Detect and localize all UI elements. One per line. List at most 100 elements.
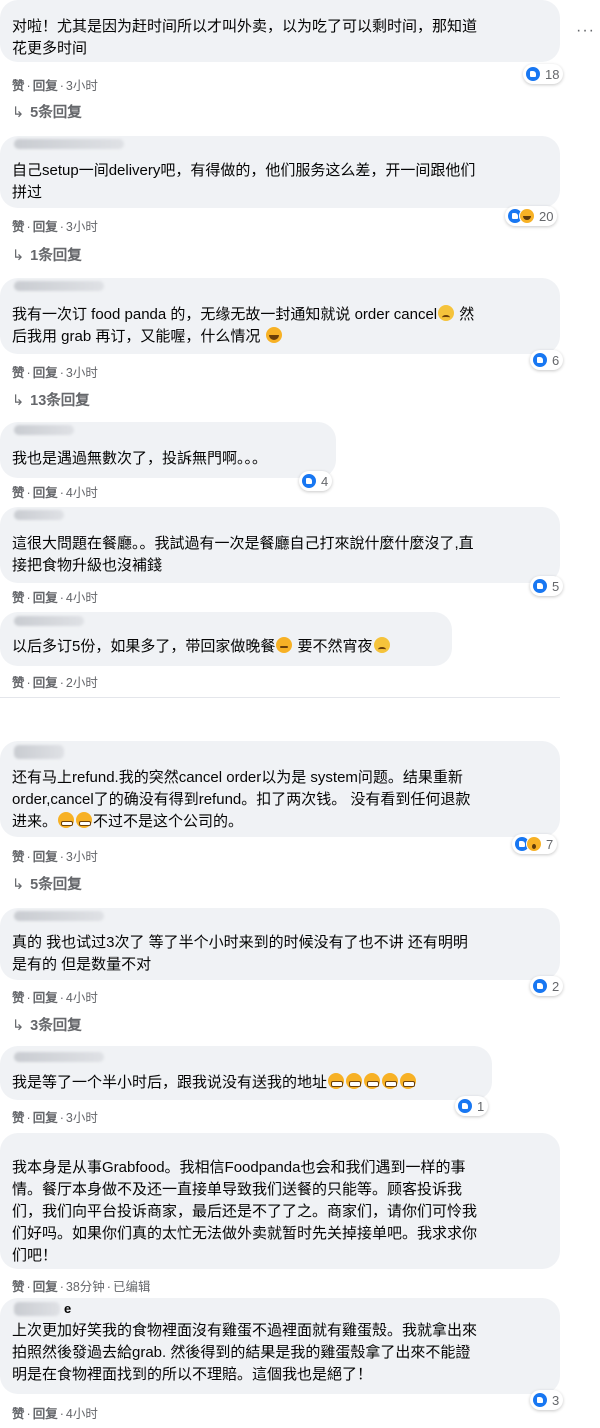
timestamp[interactable]: 4小时 <box>66 1407 98 1421</box>
view-replies-link[interactable]: ↳ 3条回复 <box>12 1014 82 1035</box>
reply-button[interactable]: 回复 <box>33 486 58 500</box>
reply-button[interactable]: 回复 <box>33 1111 58 1125</box>
comment-bubble: 我本身是从事Grabfood。我相信Foodpanda也会和我们遇到一样的事 情… <box>0 1133 560 1269</box>
view-replies-link[interactable]: ↳ 5条回复 <box>12 101 82 122</box>
reply-button[interactable]: 回复 <box>33 850 58 864</box>
grimacing-emoji-icon <box>382 1073 399 1089</box>
reaction-summary[interactable]: 6 <box>530 350 564 370</box>
reaction-summary[interactable]: 5 <box>530 576 564 596</box>
author-name-redacted[interactable] <box>14 616 84 626</box>
comment-actions: 赞 · 回复 · 3小时 <box>12 366 98 380</box>
timestamp[interactable]: 3小时 <box>66 79 98 93</box>
reaction-count: 2 <box>552 978 560 994</box>
timestamp[interactable]: 38分钟 <box>66 1280 105 1294</box>
author-name-redacted[interactable] <box>14 745 64 759</box>
timestamp[interactable]: 3小时 <box>66 1111 98 1125</box>
reply-button[interactable]: 回复 <box>33 676 58 690</box>
like-reaction-icon <box>532 1392 548 1408</box>
comment-text: 上次更加好笑我的食物裡面沒有雞蛋不過裡面就有雞蛋殼。我就拿出來 拍照然後發過去給… <box>12 1322 478 1383</box>
comment-actions: 赞 · 回复 · 4小时 <box>12 486 98 500</box>
reaction-count: 1 <box>477 1098 485 1114</box>
timestamp[interactable]: 4小时 <box>66 991 98 1005</box>
comment-bubble: 這很大問題在餐廳。。我試過有一次是餐廳自己打來說什麼什麼沒了,直 接把食物升級也… <box>0 507 560 583</box>
reply-arrow-icon: ↳ <box>12 105 25 121</box>
replies-count: 5条回复 <box>30 105 82 121</box>
like-reaction-icon <box>457 1098 473 1114</box>
reply-button[interactable]: 回复 <box>33 1407 58 1421</box>
reaction-summary[interactable]: 4 <box>299 471 333 491</box>
like-button[interactable]: 赞 <box>12 850 25 864</box>
reply-button[interactable]: 回复 <box>33 1280 58 1294</box>
laughing-emoji-icon <box>265 327 282 343</box>
comment-text: 对啦！尤其是因为赶时间所以才叫外卖，以为吃了可以剩时间，那知道 花更多时间 <box>12 18 478 57</box>
reaction-summary[interactable]: 2 <box>530 976 564 996</box>
reaction-summary[interactable]: 3 <box>530 1390 564 1410</box>
like-reaction-icon <box>532 978 548 994</box>
comment-bubble: 我有一次订 food panda 的，无缘无故一封通知就说 order canc… <box>0 278 560 354</box>
comment-text: 以后多订5份，如果多了，带回家做晚餐 要不然宵夜 <box>12 636 391 658</box>
section-divider <box>0 697 560 698</box>
comment-bubble: 以后多订5份，如果多了，带回家做晚餐 要不然宵夜 <box>0 612 452 666</box>
reaction-count: 6 <box>552 352 560 368</box>
like-button[interactable]: 赞 <box>12 1407 25 1421</box>
author-name-redacted[interactable] <box>14 510 64 520</box>
reply-button[interactable]: 回复 <box>33 591 58 605</box>
comment-actions: 赞 · 回复 · 38分钟 · 已编辑 <box>12 1280 151 1294</box>
reply-button[interactable]: 回复 <box>33 366 58 380</box>
author-name-redacted[interactable] <box>14 281 104 291</box>
like-button[interactable]: 赞 <box>12 79 25 93</box>
view-replies-link[interactable]: ↳ 13条回复 <box>12 389 90 410</box>
author-name-fragment[interactable]: e <box>64 1301 71 1316</box>
view-replies-link[interactable]: ↳ 1条回复 <box>12 244 82 265</box>
comment-text: 這很大問題在餐廳。。我試過有一次是餐廳自己打來說什麼什麼沒了,直 接把食物升級也… <box>12 535 474 574</box>
reply-arrow-icon: ↳ <box>12 877 25 893</box>
author-name-redacted[interactable] <box>14 911 104 921</box>
sad-emoji-icon <box>438 305 455 321</box>
reaction-summary[interactable]: 18 <box>523 64 564 84</box>
like-button[interactable]: 赞 <box>12 486 25 500</box>
timestamp[interactable]: 3小时 <box>66 366 98 380</box>
comment-text: 还有马上refund.我的突然cancel order以为是 system问题。… <box>12 767 470 833</box>
like-button[interactable]: 赞 <box>12 676 25 690</box>
reaction-summary[interactable]: 1 <box>455 1096 489 1116</box>
like-button[interactable]: 赞 <box>12 366 25 380</box>
reply-button[interactable]: 回复 <box>33 220 58 234</box>
comment-text-part: 以后多订5份，如果多了，带回家做晚餐 <box>12 638 276 655</box>
comment-bubble: 自己setup一间delivery吧，有得做的，他们服务这么差，开一间跟他们 拼… <box>0 136 560 208</box>
comment-actions: 赞 · 回复 · 3小时 <box>12 850 98 864</box>
author-name-redacted[interactable] <box>14 139 124 149</box>
timestamp[interactable]: 2小时 <box>66 676 98 690</box>
reaction-count: 5 <box>552 578 560 594</box>
author-name-redacted[interactable] <box>14 425 74 435</box>
like-button[interactable]: 赞 <box>12 591 25 605</box>
author-name-redacted[interactable] <box>14 1052 104 1062</box>
comment-text: 自己setup一间delivery吧，有得做的，他们服务这么差，开一间跟他们 拼… <box>12 162 476 201</box>
edited-label[interactable]: 已编辑 <box>113 1280 151 1294</box>
grimacing-emoji-icon <box>346 1073 363 1089</box>
reaction-summary[interactable]: 20 <box>505 206 558 226</box>
timestamp[interactable]: 3小时 <box>66 220 98 234</box>
grimacing-emoji-icon <box>328 1073 345 1089</box>
comment-text: 我有一次订 food panda 的，无缘无故一封通知就说 order canc… <box>12 304 474 348</box>
replies-count: 3条回复 <box>30 1018 82 1034</box>
comment-actions: 赞 · 回复 · 4小时 <box>12 591 98 605</box>
more-options-icon[interactable]: ··· <box>576 22 595 40</box>
like-button[interactable]: 赞 <box>12 1280 25 1294</box>
timestamp[interactable]: 4小时 <box>66 591 98 605</box>
timestamp[interactable]: 3小时 <box>66 850 98 864</box>
like-button[interactable]: 赞 <box>12 1111 25 1125</box>
comment-actions: 赞 · 回复 · 2小时 <box>12 676 98 690</box>
like-reaction-icon <box>525 66 541 82</box>
reaction-count: 4 <box>321 473 329 489</box>
comment-bubble: e 上次更加好笑我的食物裡面沒有雞蛋不過裡面就有雞蛋殼。我就拿出來 拍照然後發過… <box>0 1298 560 1394</box>
like-button[interactable]: 赞 <box>12 220 25 234</box>
comment-text-part: 不过不是这个公司的。 <box>93 813 244 830</box>
author-name-redacted[interactable] <box>14 1302 60 1316</box>
view-replies-link[interactable]: ↳ 5条回复 <box>12 873 82 894</box>
reply-button[interactable]: 回复 <box>33 79 58 93</box>
timestamp[interactable]: 4小时 <box>66 486 98 500</box>
reply-button[interactable]: 回复 <box>33 991 58 1005</box>
like-button[interactable]: 赞 <box>12 991 25 1005</box>
reaction-summary[interactable]: 7 <box>512 834 558 854</box>
comment-actions: 赞 · 回复 · 3小时 <box>12 1111 98 1125</box>
